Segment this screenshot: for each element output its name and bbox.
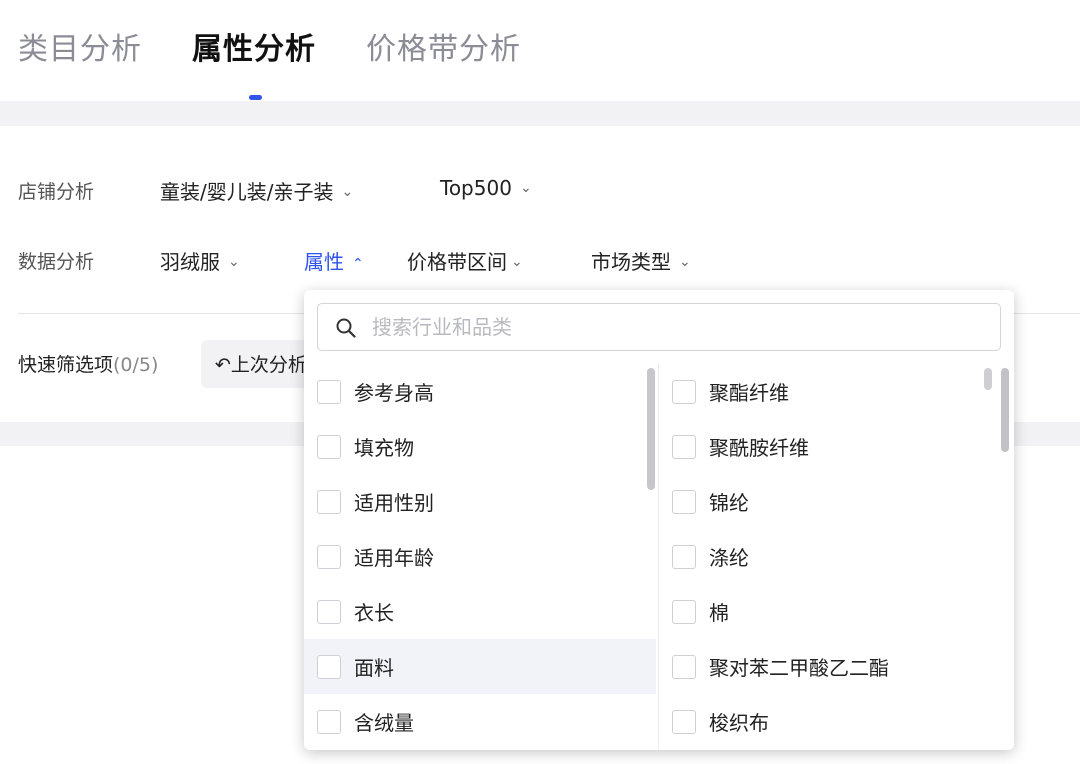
checkbox[interactable] xyxy=(672,379,696,404)
list-item[interactable]: 锦纶 xyxy=(659,474,1014,529)
checkbox[interactable] xyxy=(317,489,341,514)
category-select-value: 童装/婴儿装/亲子装 xyxy=(160,180,334,204)
quick-filter-title: 快速筛选项 xyxy=(18,354,114,376)
checkbox[interactable] xyxy=(317,654,341,679)
attribute-select[interactable]: 属性 ⌃ xyxy=(304,246,364,275)
dropdown-scrollbar[interactable] xyxy=(1001,368,1009,452)
list-item[interactable]: 适用性别 xyxy=(304,474,656,529)
market-type-select[interactable]: 市场类型 ⌄ xyxy=(591,246,691,275)
shop-analysis-label: 店铺分析 xyxy=(18,181,95,203)
list-item-label: 面料 xyxy=(354,656,394,680)
checkbox[interactable] xyxy=(317,599,341,624)
list-item-label: 棉 xyxy=(709,601,729,625)
list-item[interactable]: 梭织布 xyxy=(659,694,1014,749)
left-list-scrollbar[interactable] xyxy=(647,368,655,490)
checkbox[interactable] xyxy=(672,434,696,459)
price-band-select[interactable]: 价格带区间 ⌄ xyxy=(407,246,523,275)
chevron-down-icon: ⌄ xyxy=(341,184,354,200)
list-item-label: 梭织布 xyxy=(709,711,769,735)
product-select-value: 羽绒服 xyxy=(160,250,220,274)
tab-attribute-analysis[interactable]: 属性分析 xyxy=(192,24,316,68)
list-item[interactable]: 填充物 xyxy=(304,419,656,474)
checkbox[interactable] xyxy=(672,489,696,514)
checkbox[interactable] xyxy=(317,379,341,404)
checkbox[interactable] xyxy=(672,709,696,734)
tab-category-analysis[interactable]: 类目分析 xyxy=(18,24,142,68)
list-item-label: 聚酯纤维 xyxy=(709,381,789,405)
list-item[interactable]: 衣长 xyxy=(304,584,656,639)
list-item-label: 衣长 xyxy=(354,601,394,625)
attribute-analysis-page: 类目分析 属性分析 价格带分析 店铺分析 童装/婴儿装/亲子装 ⌄ Top500 ⌄… xyxy=(0,0,1080,764)
list-item-label: 聚对苯二甲酸乙二酯 xyxy=(709,656,889,680)
checkbox[interactable] xyxy=(317,544,341,569)
rank-select-value: Top500 xyxy=(440,176,512,200)
checkbox[interactable] xyxy=(672,599,696,624)
checkbox[interactable] xyxy=(317,434,341,459)
list-item[interactable]: 含绒量 xyxy=(304,694,656,749)
chevron-down-icon: ⌄ xyxy=(519,180,532,196)
right-list-scrollbar-inner[interactable] xyxy=(984,368,992,390)
tab-price-band-analysis[interactable]: 价格带分析 xyxy=(366,24,521,68)
list-item-label: 涤纶 xyxy=(709,546,749,570)
market-type-select-value: 市场类型 xyxy=(591,250,671,274)
list-item-hovered[interactable]: 面料 xyxy=(304,639,656,694)
attribute-value-list: 聚酯纤维 聚酰胺纤维 锦纶 涤纶 棉 聚对苯二甲酸乙二酯 梭织布 xyxy=(658,364,1014,750)
list-item[interactable]: 适用年龄 xyxy=(304,529,656,584)
category-select[interactable]: 童装/婴儿装/亲子装 ⌄ xyxy=(160,176,353,205)
quick-filter-label: 快速筛选项(0/5) xyxy=(18,350,158,377)
chevron-down-icon: ⌄ xyxy=(679,254,691,270)
list-item-label: 适用年龄 xyxy=(354,546,434,570)
checkbox[interactable] xyxy=(317,709,341,734)
chevron-up-icon: ⌃ xyxy=(352,256,364,272)
list-item[interactable]: 涤纶 xyxy=(659,529,1014,584)
industry-search-input[interactable] xyxy=(372,312,982,342)
active-tab-indicator xyxy=(249,95,262,100)
attribute-list: 参考身高 填充物 适用性别 适用年龄 衣长 面料 含绒量 xyxy=(304,364,656,750)
quick-filter-count: (0/5) xyxy=(113,354,159,376)
list-item-label: 含绒量 xyxy=(354,711,414,735)
list-item-label: 聚酰胺纤维 xyxy=(709,436,809,460)
chevron-down-icon: ⌄ xyxy=(511,254,523,270)
list-item[interactable]: 聚酰胺纤维 xyxy=(659,419,1014,474)
checkbox[interactable] xyxy=(672,544,696,569)
dropdown-search-box xyxy=(317,303,1001,351)
price-band-select-value: 价格带区间 xyxy=(407,250,507,274)
list-item[interactable]: 参考身高 xyxy=(304,364,656,419)
product-select[interactable]: 羽绒服 ⌄ xyxy=(160,246,240,275)
chevron-down-icon: ⌄ xyxy=(228,254,240,270)
list-item[interactable]: 棉 xyxy=(659,584,1014,639)
list-item-label: 锦纶 xyxy=(709,491,749,515)
analysis-tabs: 类目分析 属性分析 价格带分析 xyxy=(0,0,1080,100)
rank-select[interactable]: Top500 ⌄ xyxy=(440,176,532,200)
attribute-dropdown-panel: 参考身高 填充物 适用性别 适用年龄 衣长 面料 含绒量 聚酯纤维 聚酰胺纤维 … xyxy=(304,290,1014,750)
section-divider-band xyxy=(0,101,1080,126)
attribute-select-value: 属性 xyxy=(304,250,344,274)
list-item-label: 适用性别 xyxy=(354,491,434,515)
search-icon xyxy=(336,318,356,338)
list-item-label: 填充物 xyxy=(354,436,414,460)
list-item[interactable]: 聚对苯二甲酸乙二酯 xyxy=(659,639,1014,694)
list-item[interactable]: 聚酯纤维 xyxy=(659,364,1014,419)
data-analysis-label: 数据分析 xyxy=(18,251,95,273)
checkbox[interactable] xyxy=(672,654,696,679)
list-item-label: 参考身高 xyxy=(354,381,434,405)
